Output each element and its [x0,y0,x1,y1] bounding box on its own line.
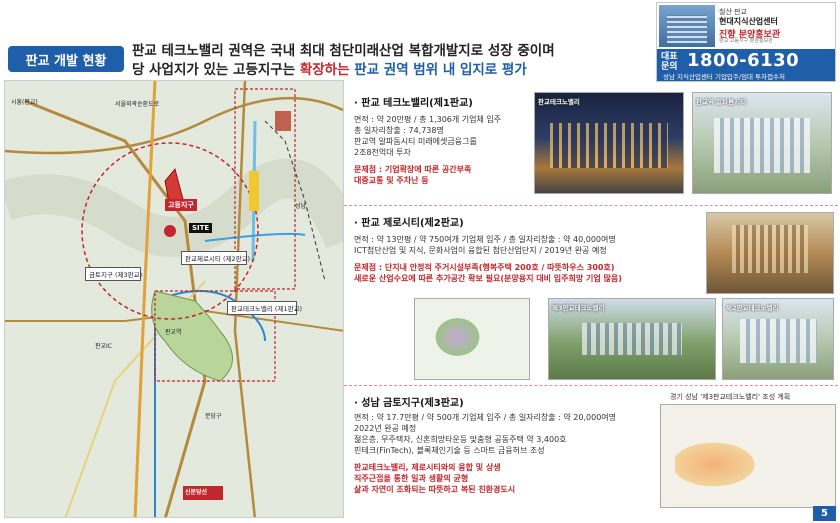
section-issues: 문제점 : 기업확장에 따른 공간부족 대중교통 및 주차난 등 [354,165,472,185]
headline-line1: 판교 테크노밸리 권역은 국내 최대 첨단미래산업 복합개발지로 성장 중이며 [132,43,555,59]
map-label-shinbundang: 신분당선 [185,489,208,496]
map-label-godeung: 고등지구 [165,199,197,211]
photo-technovalley: 판교테크노밸리 [534,92,684,194]
plan-map-title: 경기 성남 '제3판교테크노밸리' 조성 계획 [670,393,791,401]
brand-box: 철산 판교 현대지식산업센터 진향 분양홍보관 판교 고등지구 분양홍보관 대표… [656,2,836,82]
phone-sub: 성남 지식산업센터 기업입주/임대 투자접수처 [663,73,786,81]
brand-logo-sub: 판교 고등지구 분양홍보관 [719,38,773,44]
map-label-ring-road: 서울외곽순환도로 [115,101,160,108]
page-number: 5 [813,506,836,521]
headline-emphasis: 확장하는 [299,62,350,78]
map-label-geumto: 금토지구 (제3판교) [85,267,142,281]
photo-zerocity-plan [414,298,530,380]
map-label-siheung: 시흥(판교) [11,99,38,106]
section-details: 면적 : 약 17.7만평 / 약 500개 기업체 입주 / 총 일자리창출 … [354,413,617,455]
section-issues: 판교테크노밸리, 제로시티와의 융합 및 상생 직주근접을 통한 일과 생활의 … [354,463,516,494]
map-label-seongnam: 성남 [295,203,307,210]
plan-map [660,404,836,508]
section-zerocity: · 판교 제로시티(제2판교) 면적 : 약 13만평 / 약 750여개 기업… [344,206,838,386]
map-label-site: SITE [189,223,213,233]
section-issues: 문제점 : 단지내 안정적 주거시설부족(행복주택 200호 / 따뜻하우스 3… [354,263,622,283]
photo-second-valley: 제2판교테크노밸리 [722,298,834,380]
headline-line2: 당 사업지가 있는 고등지구는 확장하는 판교 권역 범위 내 입지로 평가 [132,62,527,78]
region-map: 시흥(판교) 서울외곽순환도로 판교IC 성남 금토지구 (제3판교) 판교제로… [4,80,344,518]
section-technovalley: · 판교 테크노밸리(제1판교) 면적 : 약 20만평 / 총 1,306개 … [344,86,838,206]
brand-line2: 현대지식산업센터 [719,17,778,26]
section-title: · 성남 금토지구(제3판교) [354,398,464,409]
section-title: · 판교 테크노밸리(제1판교) [354,98,473,109]
map-label-pangyo-station: 판교역 [165,329,182,336]
photo-third-valley: 제3판교테크노밸리 [548,298,716,380]
photo-alphadom: 판교역 알파돔시티 [692,92,832,194]
map-label-technovalley: 판교테크노밸리 (제1판교) [227,301,302,315]
phone-bar: 대표 문의 1800-6130 성남 지식산업센터 기업입주/임대 투자접수처 [657,49,835,81]
section-title-pill: 판교 개발 현황 [8,46,124,72]
map-label-zerocity: 판교제로시티 (제2판교) [181,251,250,265]
phone-label: 대표 문의 [661,52,678,72]
building-image [659,5,715,47]
phone-number[interactable]: 1800-6130 [687,50,799,71]
section-title: · 판교 제로시티(제2판교) [354,218,464,229]
map-graphic [5,81,343,517]
map-label-pangyo-ic: 판교IC [95,343,112,350]
section-geumto: · 성남 금토지구(제3판교) 면적 : 약 17.7만평 / 약 500개 기… [344,386,838,523]
section-details: 면적 : 약 20만평 / 총 1,306개 기업체 입주 총 일자리창출 : … [354,115,502,157]
headline: 판교 테크노밸리 권역은 국내 최대 첨단미래산업 복합개발지로 성장 중이며 … [132,42,555,80]
map-label-bundang: 분당구 [205,413,222,420]
section-details: 면적 : 약 13만평 / 약 750여개 기업체 입주 / 총 일자리창출 :… [354,235,616,255]
photo-zerocity-street [706,212,834,294]
